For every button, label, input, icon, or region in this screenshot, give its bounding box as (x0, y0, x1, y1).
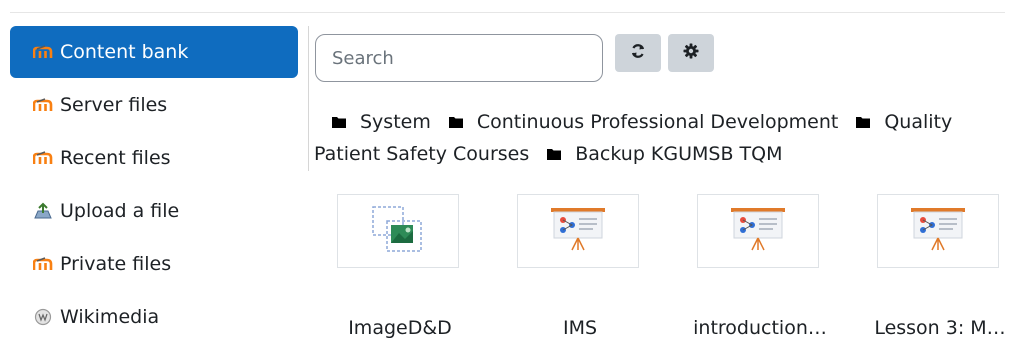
search-input[interactable] (315, 34, 603, 82)
breadcrumb-item[interactable]: Quality (838, 106, 952, 138)
file-name: ImageD&D (348, 317, 452, 339)
folder-icon (856, 117, 871, 128)
sidebar-item-label: Upload a file (60, 200, 180, 222)
moodle-icon (32, 254, 54, 274)
file-thumbnail (877, 194, 999, 268)
file-name: IMS (562, 317, 598, 339)
file-thumbnail (517, 194, 639, 268)
sidebar-item-label: Wikimedia (60, 306, 160, 328)
breadcrumb-item[interactable]: Backup KGUMSB TQM (529, 138, 783, 170)
sidebar-item-content-bank[interactable]: Content bank (10, 26, 298, 78)
moodle-icon (32, 42, 54, 62)
presentation-icon (728, 206, 788, 256)
wikimedia-icon (32, 307, 54, 327)
top-divider (10, 12, 1005, 13)
sidebar-item-recent-files[interactable]: Recent files (10, 132, 298, 184)
upload-icon (32, 201, 54, 221)
sidebar-item-upload-a-file[interactable]: Upload a file (10, 185, 298, 237)
settings-button[interactable] (668, 34, 714, 72)
sidebar-item-label: Content bank (60, 41, 189, 63)
image-file-icon (371, 205, 425, 257)
file-thumbnail (697, 194, 819, 268)
moodle-icon (32, 148, 54, 168)
folder-icon (448, 117, 463, 128)
refresh-icon (630, 43, 646, 63)
sidebar-item-label: Recent files (60, 147, 171, 169)
file-item[interactable]: Lesson 3: M… (874, 194, 1006, 339)
file-item[interactable]: IMS (517, 194, 643, 339)
file-name: Lesson 3: M… (874, 317, 1006, 339)
refresh-button[interactable] (615, 34, 661, 72)
sidebar-item-private-files[interactable]: Private files (10, 238, 298, 290)
sidebar-item-label: Private files (60, 253, 172, 275)
sidebar-item-server-files[interactable]: Server files (10, 79, 298, 131)
breadcrumb-item[interactable]: Patient Safety Courses (314, 138, 529, 170)
file-item[interactable]: ImageD&D (337, 194, 463, 339)
file-item[interactable]: introduction… (693, 194, 827, 339)
breadcrumb: System Continuous Professional Developme… (314, 106, 1011, 170)
moodle-icon (32, 95, 54, 115)
repository-sidebar: Content bank Server files Recent files U… (10, 26, 298, 344)
breadcrumb-item[interactable]: System (314, 106, 431, 138)
folder-icon (332, 117, 346, 128)
file-name: introduction… (693, 317, 827, 339)
presentation-icon (908, 206, 968, 256)
presentation-icon (548, 206, 608, 256)
folder-icon (547, 149, 562, 160)
sidebar-item-wikimedia[interactable]: Wikimedia (10, 291, 298, 343)
file-browser-panel: System Continuous Professional Developme… (309, 26, 1011, 344)
sidebar-item-label: Server files (60, 94, 168, 116)
breadcrumb-item[interactable]: Continuous Professional Development (431, 106, 838, 138)
file-thumbnail (337, 194, 459, 268)
gear-icon (683, 43, 699, 63)
